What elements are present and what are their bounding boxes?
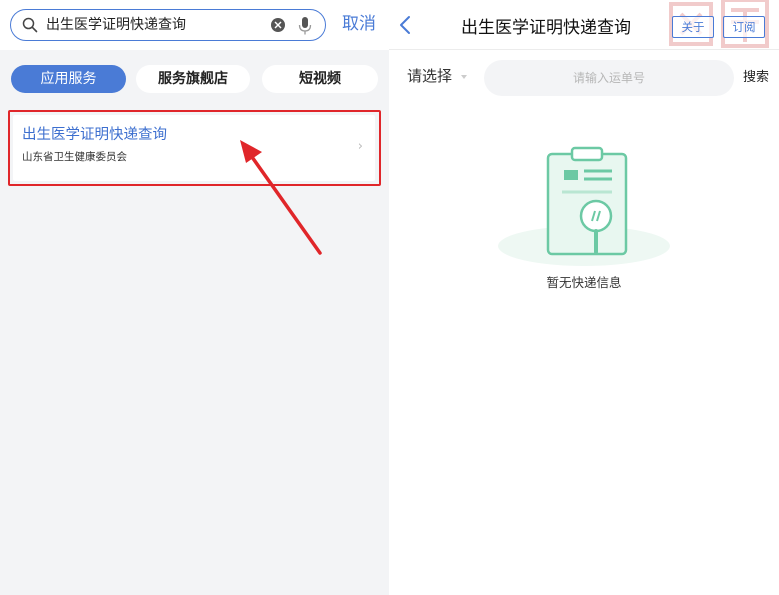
microphone-icon[interactable] (298, 16, 312, 40)
clear-icon[interactable] (271, 18, 285, 32)
right-panel: 出生医学证明快递查询 关于 订阅 请选择 搜索 暂无快递信息 (389, 0, 779, 595)
category-tabs: 应用服务 服务旗舰店 短视频 (0, 50, 389, 106)
highlight-box (8, 110, 381, 186)
search-bar: 出生医学证明快递查询 取消 (0, 0, 389, 50)
tab-app-services[interactable]: 应用服务 (11, 65, 126, 93)
nav-bar: 出生医学证明快递查询 关于 订阅 (389, 0, 779, 50)
search-input[interactable]: 出生医学证明快递查询 (10, 9, 326, 41)
filter-bar: 请选择 搜索 (389, 51, 779, 106)
search-button[interactable]: 搜索 (743, 68, 769, 88)
tab-short-videos[interactable]: 短视频 (262, 65, 378, 93)
clipboard-illustration (498, 146, 670, 266)
courier-select[interactable]: 请选择 (407, 65, 452, 87)
cancel-button[interactable]: 取消 (342, 12, 376, 36)
search-query: 出生医学证明快递查询 (46, 17, 186, 33)
back-icon[interactable] (399, 15, 411, 39)
subscribe-button[interactable]: 订阅 (723, 16, 765, 38)
dropdown-caret-icon (461, 75, 467, 79)
empty-message: 暂无快递信息 (546, 275, 622, 290)
left-panel: 出生医学证明快递查询 取消 应用服务 服务旗舰店 短视频 出生医学证明快递查询 … (0, 0, 389, 595)
tab-flagship-stores[interactable]: 服务旗舰店 (136, 65, 250, 93)
about-button[interactable]: 关于 (672, 16, 714, 38)
page-title: 出生医学证明快递查询 (461, 18, 631, 38)
search-icon (22, 17, 38, 37)
waybill-input[interactable] (484, 60, 734, 96)
